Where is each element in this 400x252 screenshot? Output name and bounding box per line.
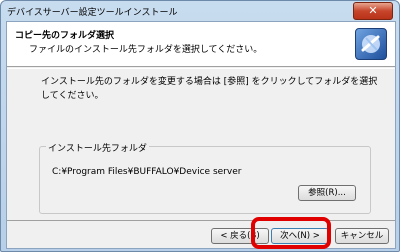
- installer-logo-icon: [355, 28, 387, 60]
- dialog-content: コピー先のフォルダ選択 ファイルのインストール先フォルダを選択してください。 イ…: [6, 21, 396, 249]
- group-label: インストール先フォルダ: [46, 141, 149, 154]
- title-bar[interactable]: デバイスサーバー設定ツールインストール ✕: [1, 1, 399, 21]
- header-divider: [7, 68, 395, 69]
- destination-path: C:¥Program Files¥BUFFALO¥Device server: [52, 167, 242, 177]
- cancel-button[interactable]: キャンセル: [335, 228, 389, 244]
- header-subtitle: ファイルのインストール先フォルダを選択してください。: [29, 45, 263, 55]
- instruction-text: インストール先のフォルダを変更する場合は [参照] をクリックしてフォルダを選択…: [41, 77, 378, 101]
- next-button-highlight: [251, 217, 331, 249]
- close-icon: ✕: [368, 4, 378, 17]
- header-title: コピー先のフォルダ選択: [15, 31, 115, 41]
- close-button[interactable]: ✕: [353, 2, 393, 20]
- window-title: デバイスサーバー設定ツールインストール: [7, 8, 178, 18]
- destination-folder-group: インストール先フォルダ C:¥Program Files¥BUFFALO¥Dev…: [39, 141, 371, 214]
- installer-window: デバイスサーバー設定ツールインストール ✕ コピー先のフォルダ選択 ファイルのイ…: [0, 0, 400, 252]
- dialog-header: コピー先のフォルダ選択 ファイルのインストール先フォルダを選択してください。: [7, 22, 395, 67]
- browse-button[interactable]: 参照(R)...: [298, 185, 356, 201]
- footer-divider: [7, 220, 395, 221]
